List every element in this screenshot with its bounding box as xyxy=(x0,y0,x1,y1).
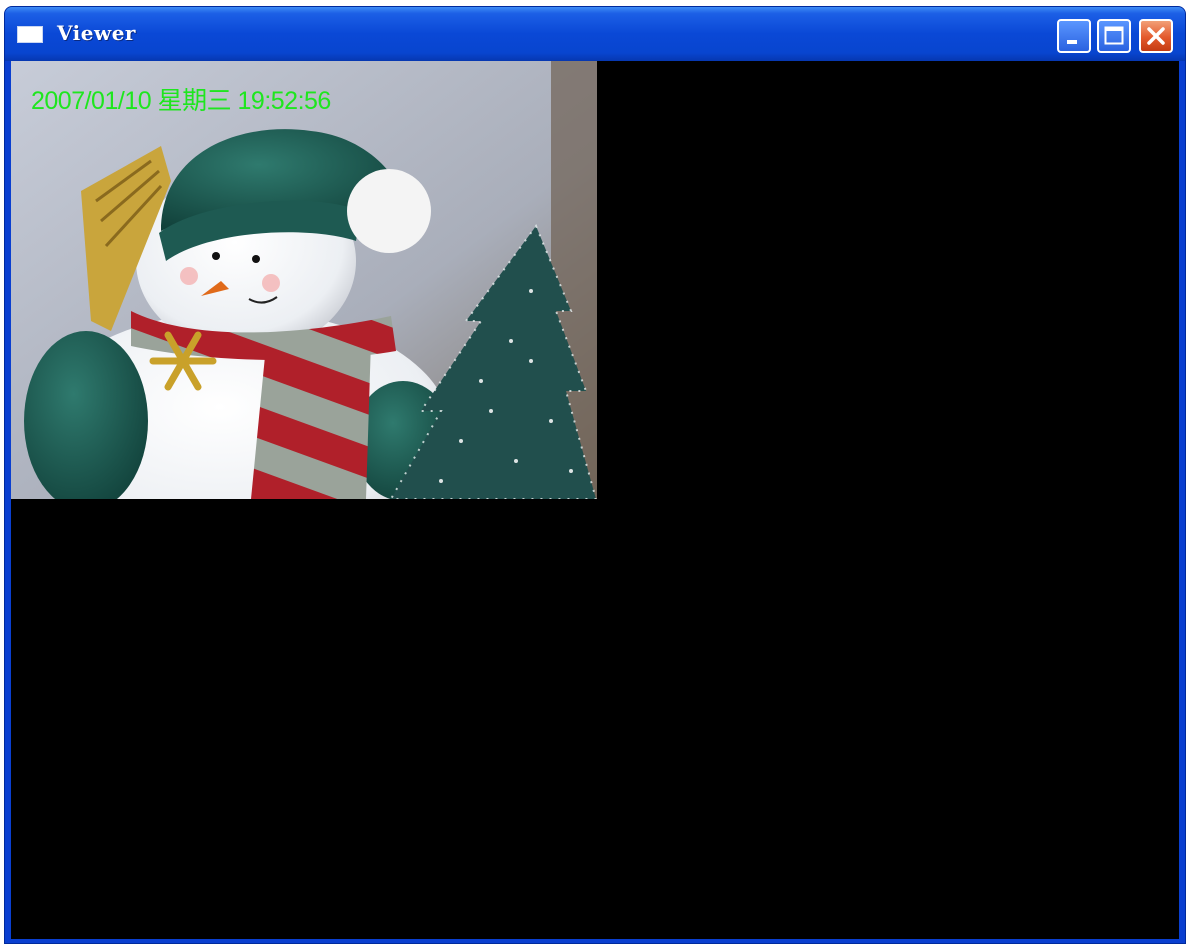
maximize-icon xyxy=(1104,26,1124,45)
snowman-image xyxy=(11,61,597,499)
title-bar[interactable]: Viewer xyxy=(5,7,1185,61)
video-frame[interactable]: 2007/01/10 星期三 19:52:56 xyxy=(11,61,597,499)
window-icon[interactable] xyxy=(17,26,43,43)
minimize-icon xyxy=(1067,40,1077,44)
maximize-button[interactable] xyxy=(1097,19,1131,53)
viewer-client-area[interactable]: 2007/01/10 星期三 19:52:56 xyxy=(11,61,1179,939)
viewer-window: Viewer 2007/01/10 星期三 19:52:56 xyxy=(4,6,1186,944)
minimize-button[interactable] xyxy=(1057,19,1091,53)
close-button[interactable] xyxy=(1139,19,1173,53)
window-title: Viewer xyxy=(57,21,136,45)
close-icon xyxy=(1147,27,1165,45)
timestamp-overlay: 2007/01/10 星期三 19:52:56 xyxy=(31,87,331,115)
